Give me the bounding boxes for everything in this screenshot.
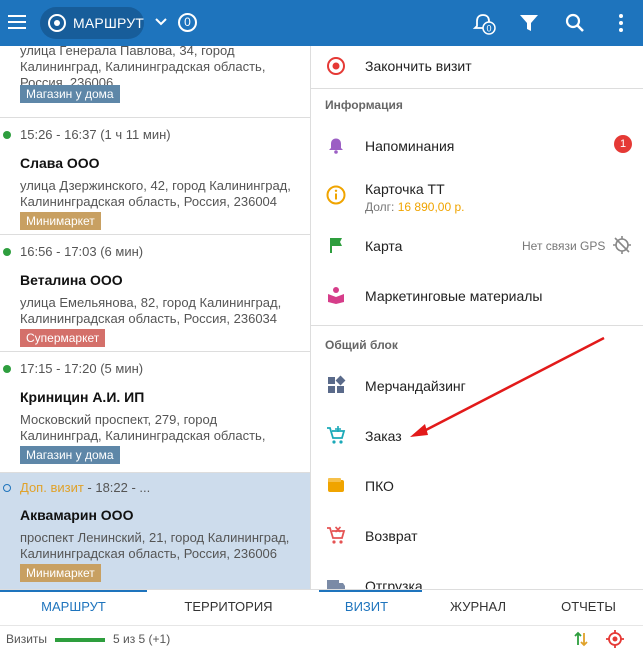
gps-off-icon xyxy=(613,236,631,254)
section-header-info: Информация xyxy=(325,98,403,112)
return-item[interactable]: Возврат xyxy=(311,520,643,550)
list-item-selected[interactable]: Доп. визит - 18:22 - ... Аквамарин ООО п… xyxy=(0,473,310,589)
list-item[interactable]: улица Генерала Павлова, 34, город Калини… xyxy=(0,46,310,118)
list-item[interactable]: 17:15 - 17:20 (5 мин) Криницин А.И. ИП М… xyxy=(0,352,310,473)
locate-icon[interactable] xyxy=(605,629,625,649)
store-type-tag: Магазин у дома xyxy=(20,85,120,103)
filter-icon[interactable] xyxy=(516,10,542,36)
route-icon xyxy=(48,14,66,32)
tab-route[interactable]: МАРШРУТ xyxy=(0,590,147,626)
visit-name: Аквамарин ООО xyxy=(20,507,134,523)
chevron-down-icon[interactable] xyxy=(153,14,169,30)
visit-name: Слава ООО xyxy=(20,155,100,171)
cart-remove-icon xyxy=(327,526,346,544)
visits-progress xyxy=(55,638,105,642)
marketing-label: Маркетинговые материалы xyxy=(365,288,543,304)
reminders-item[interactable]: Напоминания 1 xyxy=(311,130,643,160)
section-header-common: Общий блок xyxy=(325,338,398,352)
route-count: 0 xyxy=(178,13,197,32)
store-type-tag: Минимаркет xyxy=(20,564,101,582)
order-label: Заказ xyxy=(365,428,402,444)
info-icon xyxy=(326,185,346,205)
cart-add-icon xyxy=(327,426,346,444)
bell-icon xyxy=(329,138,343,154)
debt-info: Долг: 16 890,00 р. xyxy=(365,200,465,214)
visit-time: 16:56 - 17:03 (6 мин) xyxy=(20,244,144,259)
visit-status-dot xyxy=(3,365,11,373)
list-item[interactable]: 15:26 - 16:37 (1 ч 11 мин) Слава ООО ули… xyxy=(0,118,310,235)
search-icon[interactable] xyxy=(562,10,588,36)
merch-label: Мерчандайзинг xyxy=(365,378,466,394)
reminders-label: Напоминания xyxy=(365,138,455,154)
flag-icon xyxy=(330,238,342,253)
order-item[interactable]: Заказ xyxy=(311,420,643,450)
divider xyxy=(311,325,643,326)
finish-visit-label: Закончить визит xyxy=(365,58,472,74)
map-item[interactable]: Карта Нет связи GPS xyxy=(311,230,643,260)
store-type-tag: Супермаркет xyxy=(20,329,106,347)
store-type-tag: Минимаркет xyxy=(20,212,101,230)
bell-icon[interactable]: 0 xyxy=(470,10,496,36)
visit-address: улица Дзержинского, 42, город Калинингра… xyxy=(20,178,291,209)
visit-address: проспект Ленинский, 21, город Калинингра… xyxy=(20,530,290,561)
wallet-icon xyxy=(328,478,344,492)
truck-icon xyxy=(327,580,345,589)
visit-status-dot xyxy=(3,248,11,256)
shipment-item[interactable]: Отгрузка xyxy=(311,570,643,589)
visit-time: 17:15 - 17:20 (5 мин) xyxy=(20,361,144,376)
visit-status-dot xyxy=(3,484,11,492)
bell-count: 0 xyxy=(486,24,491,34)
more-vert-icon[interactable] xyxy=(608,10,634,36)
debt-amount: 16 890,00 р. xyxy=(397,200,465,214)
visits-list[interactable]: улица Генерала Павлова, 34, город Калини… xyxy=(0,46,310,589)
visits-label: Визиты xyxy=(6,632,48,646)
merch-item[interactable]: Мерчандайзинг xyxy=(311,370,643,400)
status-bar: Визиты 5 из 5 (+1) xyxy=(0,625,643,652)
route-label: МАРШРУТ xyxy=(73,15,145,31)
extra-visit-label: Доп. визит xyxy=(20,480,84,495)
visit-status-dot xyxy=(3,131,11,139)
sort-icon[interactable] xyxy=(572,630,590,648)
list-item[interactable]: 16:56 - 17:03 (6 мин) Веталина ООО улица… xyxy=(0,235,310,352)
menu-icon[interactable] xyxy=(6,10,30,34)
tab-territory[interactable]: ТЕРРИТОРИЯ xyxy=(147,590,310,626)
route-selector[interactable]: МАРШРУТ xyxy=(40,7,144,39)
visit-address: улица Емельянова, 82, город Калининград,… xyxy=(20,295,282,326)
gps-status: Нет связи GPS xyxy=(522,239,606,253)
visit-time: 15:26 - 16:37 (1 ч 11 мин) xyxy=(20,127,171,142)
return-label: Возврат xyxy=(365,528,418,544)
visits-count: 5 из 5 (+1) xyxy=(113,632,171,646)
visit-menu: Закончить визит Информация Напоминания 1… xyxy=(311,46,643,589)
tab-reports[interactable]: ОТЧЕТЫ xyxy=(534,590,643,626)
store-type-tag: Магазин у дома xyxy=(20,446,120,464)
pko-label: ПКО xyxy=(365,478,394,494)
book-icon xyxy=(328,287,344,304)
visit-name: Криницин А.И. ИП xyxy=(20,389,145,405)
tt-card-item[interactable]: Карточка ТТ Долг: 16 890,00 р. xyxy=(311,176,643,220)
app-bar: МАРШРУТ 0 0 xyxy=(0,0,643,46)
dashboard-icon xyxy=(328,375,346,393)
tab-journal[interactable]: ЖУРНАЛ xyxy=(422,590,534,626)
shipment-label: Отгрузка xyxy=(365,578,423,589)
map-label: Карта xyxy=(365,238,403,254)
finish-visit-item[interactable]: Закончить визит xyxy=(311,52,643,80)
tab-visit[interactable]: ВИЗИТ xyxy=(311,590,422,626)
visit-time: Доп. визит - 18:22 - ... xyxy=(20,480,151,495)
stop-circle-icon xyxy=(327,57,345,75)
tt-card-label: Карточка ТТ xyxy=(365,181,445,197)
divider xyxy=(311,88,643,89)
pko-item[interactable]: ПКО xyxy=(311,470,643,500)
bottom-tabs: МАРШРУТ ТЕРРИТОРИЯ ВИЗИТ ЖУРНАЛ ОТЧЕТЫ xyxy=(0,589,643,625)
visit-name: Веталина ООО xyxy=(20,272,123,288)
reminders-badge: 1 xyxy=(614,135,632,153)
marketing-item[interactable]: Маркетинговые материалы xyxy=(311,280,643,310)
